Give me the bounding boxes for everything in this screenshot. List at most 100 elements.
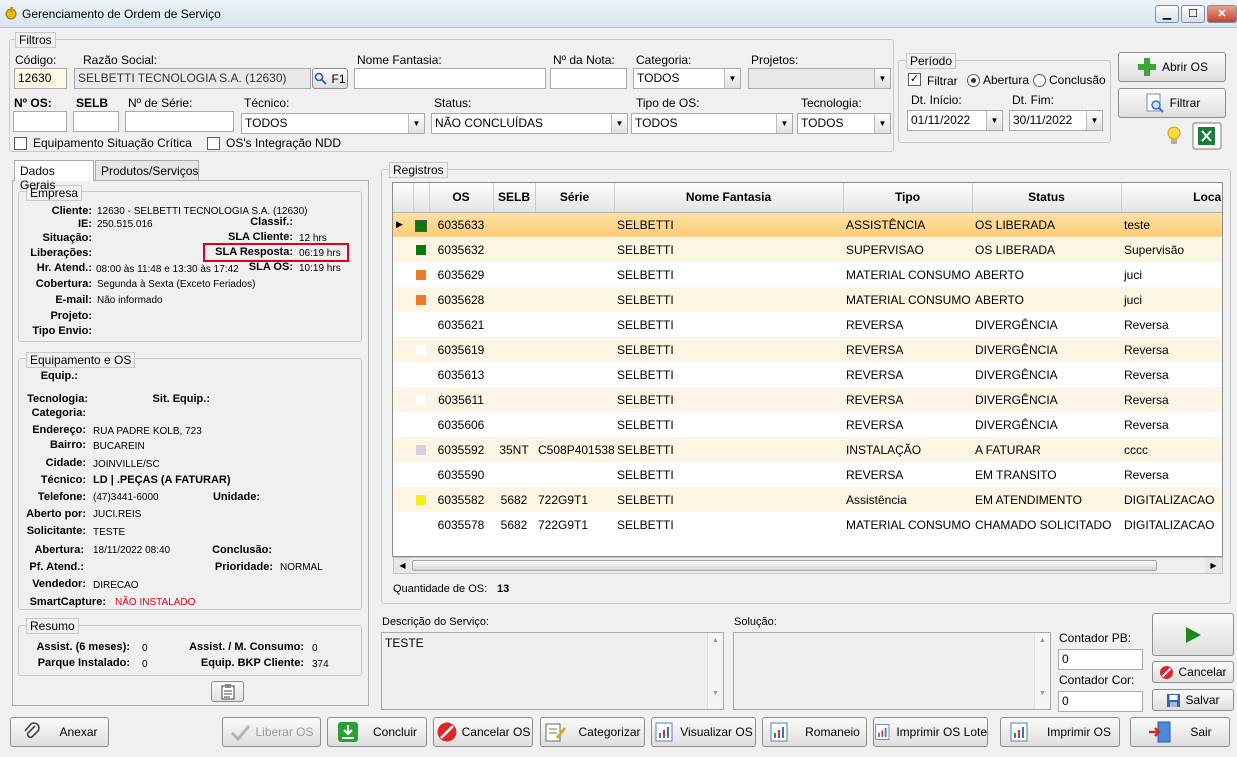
table-row[interactable]: 6035632 SELBETTI SUPERVISAO OS LIBERADA Supe… [393,237,1222,262]
num-os-input[interactable] [13,111,67,132]
projetos-select[interactable]: ▼ [748,68,891,89]
cell-tipo: MATERIAL CONSUMO [846,267,971,282]
descricao-textarea[interactable]: TESTE ▲ ▼ [381,632,724,710]
side-cancelar-button[interactable]: Cancelar [1152,661,1234,683]
close-button[interactable]: ✕ [1207,5,1237,23]
anexar-button[interactable]: Anexar [10,717,109,747]
side-salvar-button[interactable]: Salvar [1152,689,1234,711]
header-local[interactable]: Local [1121,183,1222,213]
tecnico-select[interactable]: TODOS ▼ [241,113,425,134]
maximize-button[interactable]: ☐ [1181,5,1205,23]
header-serie[interactable]: Série [535,183,615,213]
clipboard-button[interactable] [211,681,244,702]
tab-dados-gerais[interactable]: Dados Gerais [14,160,94,192]
report-icon [1010,722,1028,742]
cancelar-os-button[interactable]: Cancelar OS [433,717,533,747]
codigo-input[interactable]: 12630 [14,68,67,89]
cliente-label: Cliente: [51,205,92,217]
dt-fim-picker[interactable]: 30/11/2022 ▼ [1009,110,1103,131]
bkp-value: 374 [312,659,329,670]
cell-local: Reversa [1124,417,1169,432]
scroll-left-icon[interactable]: ◀ [394,558,411,573]
tipo-os-select[interactable]: TODOS ▼ [631,113,793,134]
razao-social-label: Razão Social: [83,53,158,67]
abrir-os-button[interactable]: Abrir OS [1118,52,1226,82]
cidade-value: JOINVILLE/SC [93,459,160,470]
f1-label: F1 [331,71,346,86]
header-tipo[interactable]: Tipo [843,183,973,213]
cancelar-os-label: Cancelar OS [461,725,531,739]
table-row[interactable]: 6035611 SELBETTI REVERSA DIVERGÊNCIA Reversa [393,387,1222,412]
nota-input[interactable] [550,68,627,89]
filtrar-button[interactable]: Filtrar [1118,88,1226,118]
table-row[interactable]: ▶ 6035633 SELBETTI ASSISTÊNCIA OS LIBERADA te… [393,212,1222,237]
cobertura-label: Cobertura: [35,278,92,290]
header-selb[interactable]: SELB [493,183,536,213]
solucao-textarea[interactable]: ▲ ▼ [733,632,1051,710]
filtrar-checkbox[interactable]: ✓ [908,73,921,86]
table-row[interactable]: 6035619 SELBETTI REVERSA DIVERGÊNCIA Reversa [393,337,1222,362]
solucao-scrollbar[interactable]: ▲ ▼ [1034,633,1050,709]
table-row[interactable]: 6035590 SELBETTI REVERSA EM TRANSITO Reversa [393,462,1222,487]
table-row[interactable]: 6035629 SELBETTI MATERIAL CONSUMO ABERTO juc… [393,262,1222,287]
tab-produtos-servicos[interactable]: Produtos/Serviços [95,160,199,181]
table-row[interactable]: 6035578 5682 722G9T1 SELBETTI MATERIAL CONSU… [393,512,1222,537]
conclusao-label: Conclusão [1049,73,1106,87]
selb-input[interactable] [73,111,119,132]
dt-fim-value: 30/11/2022 [1013,113,1073,127]
row-status-color [413,362,429,387]
tecnologia-select[interactable]: TODOS ▼ [797,113,891,134]
table-row[interactable]: 6035621 SELBETTI REVERSA DIVERGÊNCIA Reversa [393,312,1222,337]
table-row[interactable]: 6035613 SELBETTI REVERSA DIVERGÊNCIA Reversa [393,362,1222,387]
horizontal-scrollbar[interactable]: ◀ ▶ [393,557,1223,574]
equipamento-legend: Equipamento e OS [26,352,136,368]
table-row[interactable]: 6035592 35NT C508P401538 SELBETTI INSTALAÇÃO… [393,437,1222,462]
os-grid[interactable]: OS SELB Série Nome Fantasia Tipo Status … [392,182,1223,557]
categoria-select[interactable]: TODOS ▼ [633,68,741,89]
abertura-radio[interactable] [967,74,980,87]
liberar-os-button[interactable]: Liberar OS [222,717,321,747]
header-nome-fantasia[interactable]: Nome Fantasia [614,183,844,213]
cell-selb: 5682 [493,487,535,512]
table-row[interactable]: 6035606 SELBETTI REVERSA DIVERGÊNCIA Reversa [393,412,1222,437]
imprimir-os-button[interactable]: Imprimir OS [1000,717,1120,747]
f1-search-button[interactable]: F1 [312,68,348,89]
scroll-thumb[interactable] [412,560,1157,571]
header-os[interactable]: OS [429,183,494,213]
integracao-ndd-checkbox[interactable] [207,137,220,150]
play-button[interactable] [1152,613,1234,656]
romaneio-button[interactable]: Romaneio [762,717,867,747]
aberto-por-label: Aberto por: [26,508,86,520]
cell-nome-fantasia: SELBETTI [617,467,674,482]
tecnico-value: TODOS [245,116,288,130]
nome-fantasia-input[interactable] [354,68,546,89]
minimize-button[interactable]: ▁ [1155,5,1179,23]
concluir-button[interactable]: Concluir [327,717,427,747]
equip-critica-checkbox[interactable] [14,137,27,150]
status-label: Status: [434,96,472,110]
table-row[interactable]: 6035628 SELBETTI MATERIAL CONSUMO ABERTO juc… [393,287,1222,312]
header-status[interactable]: Status [972,183,1122,213]
categorizar-button[interactable]: Categorizar [540,717,645,747]
aberto-por-value: JUCI.REIS [93,509,142,520]
scroll-right-icon[interactable]: ▶ [1205,558,1222,573]
table-row[interactable]: 6035582 5682 722G9T1 SELBETTI Assistência EM … [393,487,1222,512]
status-select[interactable]: NÃO CONCLUÍDAS ▼ [431,113,628,134]
row-status-color [413,287,429,312]
imprimir-lote-button[interactable]: Imprimir OS Lote [873,717,988,747]
contador-cor-input[interactable]: 0 [1058,691,1143,712]
razao-social-input[interactable]: SELBETTI TECNOLOGIA S.A. (12630) [74,68,311,89]
excel-icon[interactable] [1192,122,1222,150]
dt-inicio-picker[interactable]: 01/11/2022 ▼ [907,110,1003,131]
cell-serie [535,387,614,412]
sair-button[interactable]: Sair [1130,717,1230,747]
row-indicator [393,237,413,262]
conclusao-radio[interactable] [1033,74,1046,87]
descricao-scrollbar[interactable]: ▲ ▼ [707,633,723,709]
categorizar-label: Categorizar [578,725,641,739]
lightbulb-icon[interactable] [1164,124,1184,148]
contador-pb-input[interactable]: 0 [1058,649,1143,670]
visualizar-os-button[interactable]: Visualizar OS [651,717,756,747]
chevron-down-icon: ▼ [611,114,627,133]
serie-input[interactable] [125,111,234,132]
